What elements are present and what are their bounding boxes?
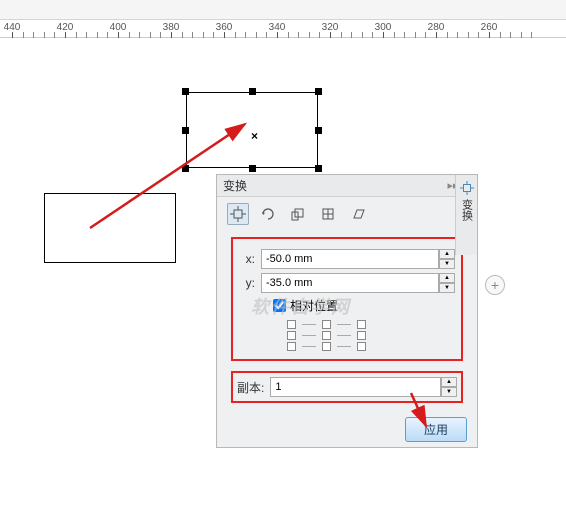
y-input[interactable] (261, 273, 439, 293)
panel-titlebar[interactable]: 变换 ▸▸ × (217, 175, 477, 197)
skew-mode-icon[interactable] (347, 203, 369, 225)
anchor-c[interactable] (322, 331, 331, 340)
anchor-br[interactable] (357, 342, 366, 351)
anchor-b[interactable] (322, 342, 331, 351)
side-tab[interactable]: 变换 (455, 175, 477, 255)
horizontal-ruler: 440420400380360340320300280260 (0, 20, 566, 38)
anchor-tr[interactable] (357, 320, 366, 329)
copies-input[interactable] (270, 377, 441, 397)
anchor-grid (287, 320, 455, 351)
copy-rectangle[interactable] (44, 193, 176, 263)
resize-handle-tl[interactable] (182, 88, 189, 95)
position-mode-icon[interactable] (227, 203, 249, 225)
apply-button[interactable]: 应用 (405, 417, 467, 442)
transform-tab-icon (460, 181, 474, 195)
y-spin-up[interactable]: ▲ (439, 273, 455, 283)
position-fields-group: 软件自学网 x: ▲ ▼ y: ▲ ▼ 相对位置 (231, 237, 463, 361)
y-spin-down[interactable]: ▼ (439, 283, 455, 293)
size-mode-icon[interactable] (317, 203, 339, 225)
relative-position-label: 相对位置 (290, 297, 338, 314)
resize-handle-tr[interactable] (315, 88, 322, 95)
resize-handle-br[interactable] (315, 165, 322, 172)
anchor-l[interactable] (287, 331, 296, 340)
copies-label: 副本: (237, 379, 264, 396)
x-spin-down[interactable]: ▼ (439, 259, 455, 269)
panel-title: 变换 (223, 177, 448, 194)
transform-panel: 变换 ▸▸ × 软件自学网 x: ▲ (216, 174, 478, 448)
resize-handle-t[interactable] (249, 88, 256, 95)
resize-handle-b[interactable] (249, 165, 256, 172)
selection-center-mark: × (251, 129, 258, 143)
copies-spin-up[interactable]: ▲ (441, 377, 457, 387)
resize-handle-r[interactable] (315, 127, 322, 134)
toolbar-strip (0, 0, 566, 20)
x-spin-up[interactable]: ▲ (439, 249, 455, 259)
selected-rectangle[interactable]: × (186, 92, 318, 168)
resize-handle-bl[interactable] (182, 165, 189, 172)
anchor-tl[interactable] (287, 320, 296, 329)
resize-handle-l[interactable] (182, 127, 189, 134)
side-tab-label: 变换 (459, 199, 475, 221)
copies-row: 副本: ▲ ▼ (231, 371, 463, 403)
x-label: x: (239, 252, 255, 266)
relative-position-checkbox[interactable] (273, 299, 286, 312)
add-panel-icon[interactable]: + (485, 275, 505, 295)
scale-mode-icon[interactable] (287, 203, 309, 225)
anchor-t[interactable] (322, 320, 331, 329)
x-input[interactable] (261, 249, 439, 269)
rotate-mode-icon[interactable] (257, 203, 279, 225)
y-label: y: (239, 276, 255, 290)
copies-spin-down[interactable]: ▼ (441, 387, 457, 397)
anchor-r[interactable] (357, 331, 366, 340)
transform-mode-row (217, 197, 477, 231)
anchor-bl[interactable] (287, 342, 296, 351)
